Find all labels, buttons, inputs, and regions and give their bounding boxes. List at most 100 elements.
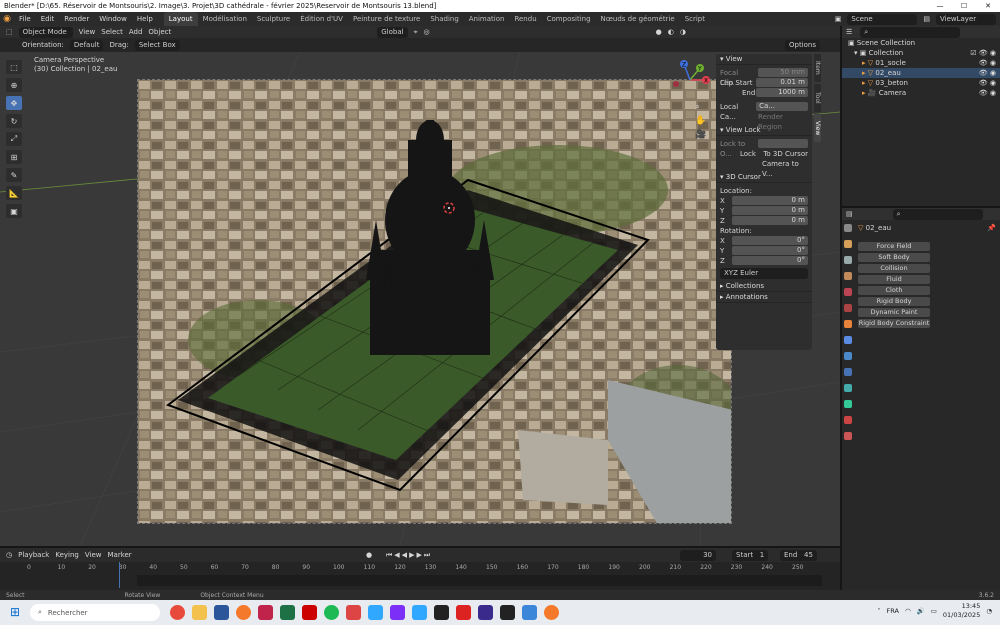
playback-menu[interactable]: Playback (18, 551, 49, 559)
outliner-filter-icon[interactable]: ☰ (846, 28, 852, 36)
timeline-editor-icon[interactable]: ◷ (6, 551, 12, 559)
annotate-tool-icon[interactable]: ✎ (6, 168, 22, 182)
tab-sculpting[interactable]: Sculpture (252, 12, 295, 26)
cursor-rot-y-field[interactable]: 0° (732, 246, 808, 255)
pin-icon[interactable]: 📌 (987, 222, 996, 234)
menu-edit[interactable]: Edit (41, 15, 55, 23)
marker-menu[interactable]: Marker (107, 551, 131, 559)
menu-select[interactable]: Select (101, 28, 123, 36)
chrome-icon[interactable] (170, 605, 185, 620)
zoom-icon[interactable]: ⌕ (695, 102, 706, 112)
outliner-item-01-socle[interactable]: ▸ ▽ 01_socle 👁 ◉ (842, 58, 1000, 68)
photoshop-icon[interactable] (368, 605, 383, 620)
focal-length-field[interactable]: 50 mm (757, 68, 808, 77)
notifications-icon[interactable]: ◔ (986, 607, 992, 615)
properties-editor-icon[interactable]: ▤ (846, 210, 853, 218)
blender-taskbar-icon[interactable] (236, 605, 251, 620)
blender-active-icon[interactable] (544, 605, 559, 620)
pdf-icon[interactable] (456, 605, 471, 620)
collision-button[interactable]: Collision (858, 264, 930, 273)
file-explorer-icon[interactable] (192, 605, 207, 620)
scale-tool-icon[interactable]: ⤢ (6, 132, 22, 146)
cursor-rot-z-field[interactable]: 0° (732, 256, 808, 265)
clip-start-field[interactable]: 0.01 m (756, 78, 808, 87)
mode-selector[interactable]: Object Mode (18, 26, 73, 38)
particles-tab-icon[interactable] (844, 352, 852, 360)
properties-search[interactable]: ⌕ (892, 208, 983, 220)
taskbar-search[interactable]: ⌕ Rechercher (30, 604, 160, 621)
rotate-tool-icon[interactable]: ↻ (6, 114, 22, 128)
pan-hand-icon[interactable]: ✋ (695, 116, 706, 126)
blender-logo-icon[interactable]: ◉ (0, 14, 14, 24)
tab-shading[interactable]: Shading (425, 12, 463, 26)
cursor-rot-x-field[interactable]: 0° (732, 236, 808, 245)
render-region-checkbox[interactable]: Render Region (758, 112, 808, 131)
tab-rendering[interactable]: Rendu (509, 12, 541, 26)
transform-orientation-select[interactable]: Global (377, 26, 408, 38)
timeline-ruler[interactable]: 0 10 20 30 40 50 60 70 80 90 100 110 120 130 140 150 160… (0, 562, 840, 590)
measure-tool-icon[interactable]: 📐 (6, 186, 22, 200)
frame-start-field[interactable]: Start 1 (732, 549, 769, 561)
cursor-loc-y-field[interactable]: 0 m (732, 206, 808, 215)
word-icon[interactable] (214, 605, 229, 620)
outliner-item-03-beton[interactable]: ▸ ▽ 03_beton 👁 ◉ (842, 78, 1000, 88)
collection-row[interactable]: ▾ ▣ Collection ☑ 👁 ◉ (842, 48, 1000, 58)
camera-view-icon[interactable]: 🎥 (695, 130, 706, 140)
visibility-toggle-icon[interactable]: 👁 ◉ (979, 78, 996, 88)
record-icon[interactable]: ● (366, 551, 372, 559)
acrobat-icon[interactable] (302, 605, 317, 620)
playhead[interactable] (119, 562, 120, 588)
instagram-icon[interactable] (346, 605, 361, 620)
fluid-button[interactable]: Fluid (858, 275, 930, 284)
tab-layout[interactable]: Layout (163, 12, 198, 26)
app-icon[interactable] (500, 605, 515, 620)
battery-icon[interactable]: ▭ (931, 607, 937, 615)
view-layer-selector[interactable]: ViewLayer (936, 13, 996, 25)
menu-help[interactable]: Help (137, 15, 153, 23)
frame-end-field[interactable]: End 45 (780, 549, 817, 561)
cursor-loc-z-field[interactable]: 0 m (732, 216, 808, 225)
menu-file[interactable]: File (19, 15, 31, 23)
minimize-button[interactable]: — (928, 0, 952, 12)
playback-controls[interactable]: ⏮◀◀▶▶⏭ (386, 551, 432, 560)
view-layer-tab-icon[interactable] (844, 272, 852, 280)
editor-type-icon[interactable]: ⬚ (6, 28, 13, 36)
move-tool-icon[interactable]: ✥ (6, 96, 22, 110)
navigation-gizmo[interactable]: X Y Z (668, 58, 712, 102)
excel-icon[interactable] (280, 605, 295, 620)
visibility-toggle-icon[interactable]: 👁 ◉ (979, 58, 996, 68)
menu-object[interactable]: Object (148, 28, 171, 36)
indesign-icon[interactable] (258, 605, 273, 620)
rotation-mode-select[interactable]: XYZ Euler (720, 268, 808, 279)
dynamic-paint-button[interactable]: Dynamic Paint (858, 308, 930, 317)
visibility-toggle-icon[interactable]: 👁 ◉ (979, 68, 996, 78)
keying-menu[interactable]: Keying (55, 551, 79, 559)
cursor-tool-icon[interactable]: ⊕ (6, 78, 22, 92)
add-cube-icon[interactable]: ▣ (6, 204, 22, 218)
local-camera-field[interactable]: Ca... (756, 102, 808, 111)
select-box-icon[interactable]: ⬚ (6, 60, 22, 74)
rigid-body-constraint-button[interactable]: Rigid Body Constraint (858, 319, 930, 328)
tab-scripting[interactable]: Script (680, 12, 710, 26)
clock[interactable]: 13:45 01/03/2025 (943, 602, 980, 620)
constraints-tab-icon[interactable] (844, 384, 852, 392)
shading-material-icon[interactable]: ◐ (668, 28, 674, 36)
photoshop-2-icon[interactable] (412, 605, 427, 620)
clip-end-field[interactable]: 1000 m (756, 88, 808, 97)
menu-window[interactable]: Window (99, 15, 127, 23)
timeline-view-menu[interactable]: View (85, 551, 102, 559)
visibility-toggle-icon[interactable]: 👁 ◉ (979, 88, 996, 98)
view-section-header[interactable]: ▾ View (716, 54, 812, 65)
premiere-icon[interactable] (478, 605, 493, 620)
world-tab-icon[interactable] (844, 304, 852, 312)
outliner-item-02-eau[interactable]: ▸ ▽ 02_eau 👁 ◉ (842, 68, 1000, 78)
tab-tool[interactable]: Tool (814, 84, 821, 112)
language-indicator[interactable]: FRA (886, 607, 898, 615)
data-tab-icon[interactable] (844, 400, 852, 408)
menu-add[interactable]: Add (129, 28, 143, 36)
capcut-icon[interactable] (434, 605, 449, 620)
outliner-item-camera[interactable]: ▸ 🎥 Camera 👁 ◉ (842, 88, 1000, 98)
cursor-loc-x-field[interactable]: 0 m (732, 196, 808, 205)
volume-icon[interactable]: 🔊 (917, 607, 925, 615)
onenote-icon[interactable] (390, 605, 405, 620)
